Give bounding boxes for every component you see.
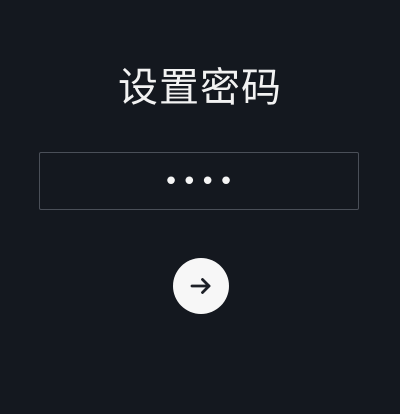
next-button[interactable] [173, 258, 229, 314]
arrow-right-icon [189, 274, 213, 298]
page-title: 设置密码 [118, 65, 282, 111]
password-value: •••• [163, 167, 237, 197]
password-field[interactable]: •••• [39, 152, 359, 210]
set-password-screen: 设置密码 •••• [0, 0, 400, 414]
